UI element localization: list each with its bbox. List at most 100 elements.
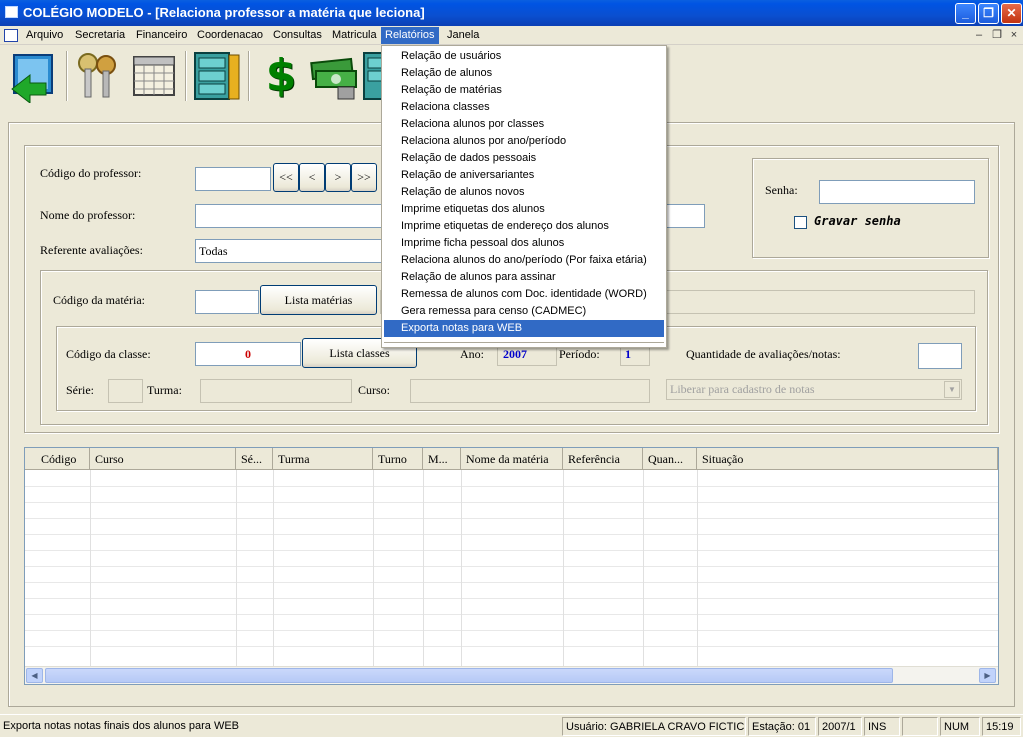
toolbar-separator <box>248 51 250 101</box>
codigo-materia-input[interactable] <box>195 290 259 314</box>
menu-bar: Arquivo Secretaria Financeiro Coordenaca… <box>0 26 1023 45</box>
gravar-senha-checkbox[interactable] <box>794 216 807 229</box>
nome-professor-label: Nome do professor: <box>40 208 136 222</box>
column-codigo[interactable]: Código <box>25 448 90 470</box>
nav-next-button[interactable]: > <box>325 163 351 192</box>
status-ins: INS <box>864 717 900 736</box>
cabinet-icon[interactable] <box>362 49 382 103</box>
menu-item-alunos-por-classes[interactable]: Relaciona alunos por classes <box>384 116 664 133</box>
codigo-professor-input[interactable] <box>195 167 271 191</box>
quantidade-input[interactable] <box>918 343 962 369</box>
grid-line <box>373 470 374 666</box>
column-quantidade[interactable]: Quan... <box>643 448 697 470</box>
exit-door-icon[interactable] <box>8 49 62 105</box>
close-button[interactable]: ✕ <box>1001 3 1022 24</box>
menu-arquivo[interactable]: Arquivo <box>22 27 67 44</box>
grid-line <box>25 534 998 535</box>
mdi-restore-button[interactable]: ❐ <box>990 29 1004 42</box>
referente-select[interactable]: Todas <box>195 239 385 263</box>
menu-item-ficha-pessoal[interactable]: Imprime ficha pessoal dos alunos <box>384 235 664 252</box>
gravar-senha-label: Gravar senha <box>814 214 901 228</box>
status-num: NUM <box>940 717 980 736</box>
menu-item-remessa-word[interactable]: Remessa de alunos com Doc. identidade (W… <box>384 286 664 303</box>
document-icon[interactable] <box>4 29 18 42</box>
grid-line <box>25 486 998 487</box>
senha-group <box>752 158 989 258</box>
scrollbar-thumb[interactable] <box>45 668 893 683</box>
column-turno[interactable]: Turno <box>373 448 423 470</box>
scroll-right-icon[interactable]: ▶ <box>979 668 996 683</box>
nav-prev-button[interactable]: < <box>299 163 325 192</box>
menu-secretaria[interactable]: Secretaria <box>71 27 129 44</box>
senha-input[interactable] <box>819 180 975 204</box>
menu-item-relaciona-classes[interactable]: Relaciona classes <box>384 99 664 116</box>
menu-item-alunos-assinar[interactable]: Relação de alunos para assinar <box>384 269 664 286</box>
menu-item-dados-pessoais[interactable]: Relação de dados pessoais <box>384 150 664 167</box>
menu-matricula[interactable]: Matricula <box>328 27 381 44</box>
quantidade-label: Quantidade de avaliações/notas: <box>686 347 841 361</box>
nav-last-button[interactable]: >> <box>351 163 377 192</box>
menu-item-faixa-etaria[interactable]: Relaciona alunos do ano/período (Por fai… <box>384 252 664 269</box>
column-serie[interactable]: Sé... <box>236 448 273 470</box>
maximize-button[interactable]: ❐ <box>978 3 999 24</box>
menu-item-exporta-notas-web[interactable]: Exporta notas para WEB <box>384 320 664 337</box>
dollar-icon[interactable]: $ <box>254 49 308 103</box>
mdi-close-button[interactable]: × <box>1007 29 1021 42</box>
filing-cabinet-icon[interactable] <box>191 49 245 103</box>
column-curso[interactable]: Curso <box>90 448 236 470</box>
grid-line <box>25 630 998 631</box>
grid-line <box>423 470 424 666</box>
app-icon[interactable] <box>5 6 18 18</box>
minimize-button[interactable]: _ <box>955 3 976 24</box>
nav-first-button[interactable]: << <box>273 163 299 192</box>
scroll-left-icon[interactable]: ◀ <box>26 668 43 683</box>
periodo-label: Período: <box>559 347 600 361</box>
grid-line <box>25 550 998 551</box>
menu-janela[interactable]: Janela <box>443 27 483 44</box>
curso-field <box>410 379 650 403</box>
menu-item-alunos-novos[interactable]: Relação de alunos novos <box>384 184 664 201</box>
lista-materias-button[interactable]: Lista matérias <box>260 285 377 315</box>
chevron-down-icon[interactable]: ▼ <box>944 381 960 398</box>
menu-consultas[interactable]: Consultas <box>269 27 326 44</box>
menu-item-etiquetas-endereco[interactable]: Imprime etiquetas de endereço dos alunos <box>384 218 664 235</box>
menu-item-relacao-usuarios[interactable]: Relação de usuários <box>384 48 664 65</box>
grid-line <box>697 470 698 666</box>
grid-line <box>25 518 998 519</box>
horizontal-scrollbar[interactable]: ◀ ▶ <box>25 666 998 684</box>
menu-relatorios[interactable]: Relatórios <box>381 27 439 44</box>
column-referencia[interactable]: Referência <box>563 448 643 470</box>
toolbar-separator <box>185 51 187 101</box>
grid-line <box>25 614 998 615</box>
column-m[interactable]: M... <box>423 448 461 470</box>
serie-field <box>108 379 143 403</box>
curso-label: Curso: <box>358 383 391 397</box>
grid-line <box>90 470 91 666</box>
data-grid[interactable]: Código Curso Sé... Turma Turno M... Nome… <box>24 447 999 685</box>
codigo-classe-input[interactable]: 0 <box>195 342 301 366</box>
codigo-classe-label: Código da classe: <box>66 347 151 361</box>
turma-field <box>200 379 352 403</box>
menu-item-censo-cadmec[interactable]: Gera remessa para censo (CADMEC) <box>384 303 664 320</box>
menu-item-etiquetas-alunos[interactable]: Imprime etiquetas dos alunos <box>384 201 664 218</box>
menu-item-aniversariantes[interactable]: Relação de aniversariantes <box>384 167 664 184</box>
grid-line <box>643 470 644 666</box>
grid-line <box>563 470 564 666</box>
calendar-icon[interactable] <box>128 49 182 103</box>
column-nome-materia[interactable]: Nome da matéria <box>461 448 563 470</box>
column-situacao[interactable]: Situação <box>697 448 998 470</box>
menu-item-alunos-por-ano[interactable]: Relaciona alunos por ano/período <box>384 133 664 150</box>
title-bar[interactable]: COLÉGIO MODELO - [Relaciona professor a … <box>0 0 1023 26</box>
menu-coordenacao[interactable]: Coordenacao <box>193 27 267 44</box>
column-turma[interactable]: Turma <box>273 448 373 470</box>
menu-financeiro[interactable]: Financeiro <box>132 27 191 44</box>
menu-item-relacao-alunos[interactable]: Relação de alunos <box>384 65 664 82</box>
money-bills-icon[interactable] <box>308 49 362 103</box>
relatorios-dropdown: Relação de usuários Relação de alunos Re… <box>381 45 667 348</box>
menu-item-relacao-materias[interactable]: Relação de matérias <box>384 82 664 99</box>
keys-icon[interactable] <box>72 49 126 103</box>
liberar-select[interactable]: Liberar para cadastro de notas ▼ <box>666 379 962 400</box>
dollar-glyph: $ <box>265 50 297 101</box>
status-blank <box>902 717 938 736</box>
mdi-minimize-button[interactable]: – <box>972 29 986 42</box>
